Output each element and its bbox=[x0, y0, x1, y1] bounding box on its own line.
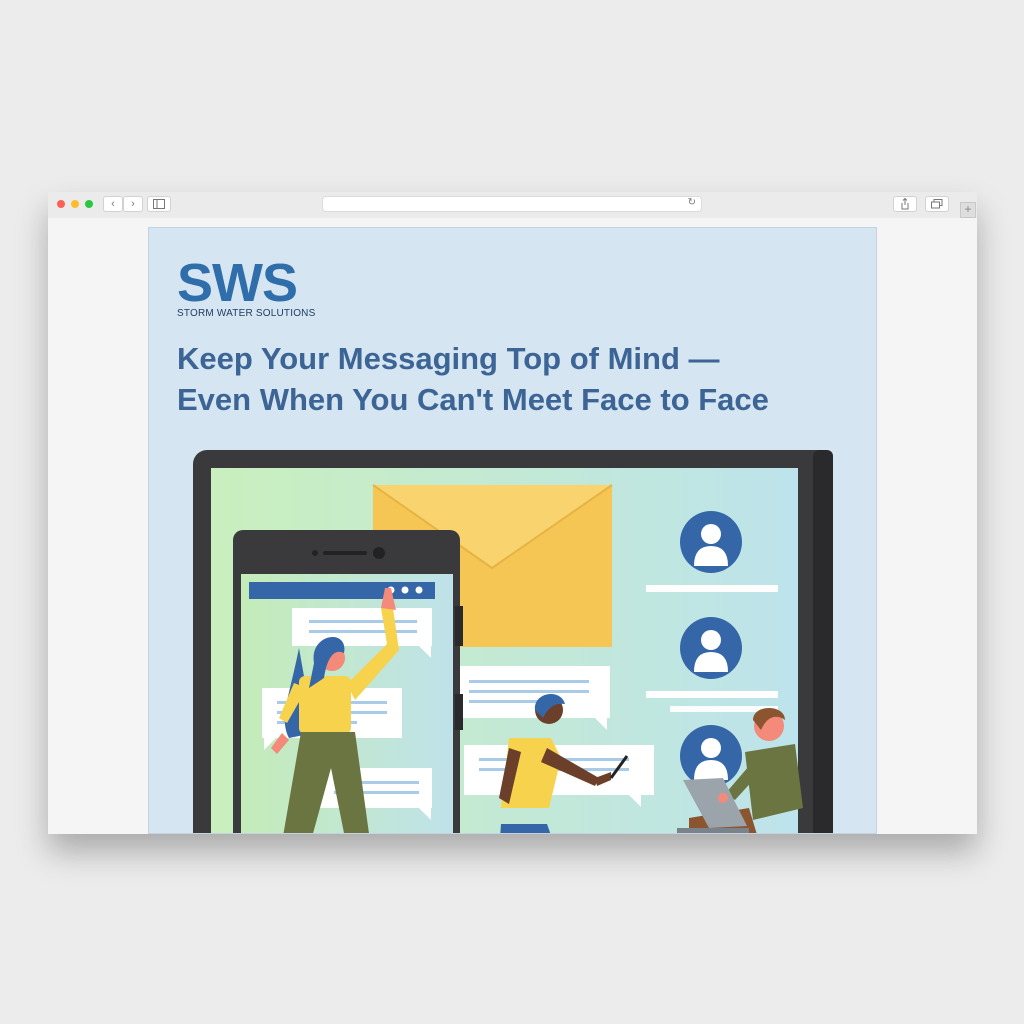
minimize-window-button[interactable] bbox=[71, 200, 79, 208]
sidebar-icon bbox=[153, 199, 165, 209]
headline-line-2: Even When You Can't Meet Face to Face bbox=[177, 382, 769, 417]
share-button[interactable] bbox=[893, 196, 917, 212]
reload-icon[interactable]: ↻ bbox=[688, 197, 696, 208]
contact-avatar-icon bbox=[680, 617, 742, 679]
new-tab-button[interactable]: + bbox=[960, 202, 976, 218]
tabs-icon bbox=[931, 199, 943, 209]
browser-window: ‹ › ↻ + SWS STORM WATER SOLUTIONS Keep Y… bbox=[48, 192, 977, 834]
sws-logo: SWS STORM WATER SOLUTIONS bbox=[177, 256, 315, 319]
sidebar-toggle-button[interactable] bbox=[147, 196, 171, 212]
remote-messaging-illustration bbox=[193, 450, 833, 833]
logo-mark: SWS bbox=[177, 253, 298, 313]
plus-icon: + bbox=[964, 202, 972, 216]
tabs-overview-button[interactable] bbox=[925, 196, 949, 212]
contact-avatar-icon bbox=[680, 725, 742, 787]
forward-button[interactable]: › bbox=[123, 196, 143, 212]
back-button[interactable]: ‹ bbox=[103, 196, 123, 212]
contact-avatar-icon bbox=[680, 511, 742, 573]
headline-line-1: Keep Your Messaging Top of Mind — bbox=[177, 341, 720, 376]
close-window-button[interactable] bbox=[57, 200, 65, 208]
email-headline: Keep Your Messaging Top of Mind — Even W… bbox=[177, 338, 857, 420]
browser-toolbar: ‹ › ↻ + bbox=[48, 192, 977, 219]
maximize-window-button[interactable] bbox=[85, 200, 93, 208]
logo-tagline: STORM WATER SOLUTIONS bbox=[177, 308, 316, 319]
chevron-left-icon: ‹ bbox=[111, 198, 115, 210]
page-viewport: SWS STORM WATER SOLUTIONS Keep Your Mess… bbox=[48, 218, 977, 834]
chevron-right-icon: › bbox=[131, 198, 135, 210]
email-preview: SWS STORM WATER SOLUTIONS Keep Your Mess… bbox=[148, 227, 877, 834]
share-icon bbox=[901, 197, 909, 210]
address-bar[interactable]: ↻ bbox=[322, 196, 702, 212]
